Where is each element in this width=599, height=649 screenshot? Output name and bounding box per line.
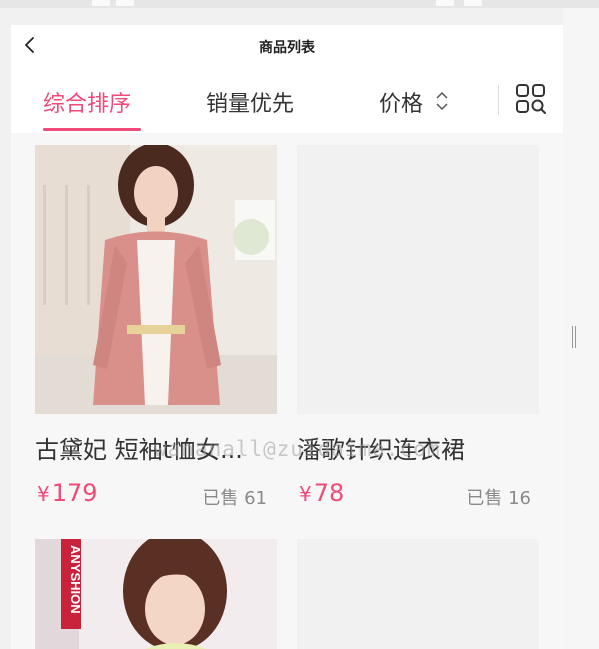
tab-sales[interactable]: 销量优先: [206, 86, 294, 118]
brand-logo-text: ANYSHION: [68, 545, 83, 614]
sold-count-1: 已售 61: [202, 488, 267, 509]
devtools-side-pane: [563, 8, 599, 649]
nav-bar: 商品列表: [11, 25, 563, 69]
tab-divider: [498, 85, 499, 115]
page-title: 商品列表: [259, 40, 315, 56]
product-image-2[interactable]: [297, 145, 539, 414]
tab-price[interactable]: 价格: [379, 86, 423, 118]
grid-view-icon[interactable]: [515, 83, 547, 115]
product-grid: 古黛妃 短袖t恤女... 潘歌针织连衣裙 ¥179 已售 61 ¥78 已售 1…: [11, 133, 563, 649]
price-value: 78: [313, 479, 345, 507]
product-photo-model: ANYSHION: [35, 539, 277, 649]
mobile-viewport: 商品列表 综合排序 销量优先 价格 古黛妃 短袖t恤女... 潘歌针织连衣裙 ¥…: [11, 25, 563, 649]
price-value: 179: [51, 479, 98, 507]
tab-comprehensive[interactable]: 综合排序: [43, 86, 131, 118]
product-image-1[interactable]: [35, 145, 277, 414]
browser-top-strip: [0, 0, 599, 8]
pane-resize-handle[interactable]: [572, 326, 576, 348]
product-photo-pink-cardigan: [35, 145, 277, 414]
product-price-1: ¥179: [37, 479, 98, 507]
sort-updown-icon[interactable]: [435, 90, 449, 112]
product-image-4[interactable]: [297, 539, 539, 649]
active-tab-indicator: [43, 128, 141, 131]
sold-count-2: 已售 16: [466, 488, 531, 509]
watermark-text: wananall@zuidaima.com: [154, 437, 441, 461]
sort-tabs: 综合排序 销量优先 价格: [11, 69, 563, 133]
currency-symbol: ¥: [37, 482, 50, 506]
currency-symbol: ¥: [299, 482, 312, 506]
product-price-2: ¥78: [299, 479, 344, 507]
product-image-3[interactable]: ANYSHION: [35, 539, 277, 649]
